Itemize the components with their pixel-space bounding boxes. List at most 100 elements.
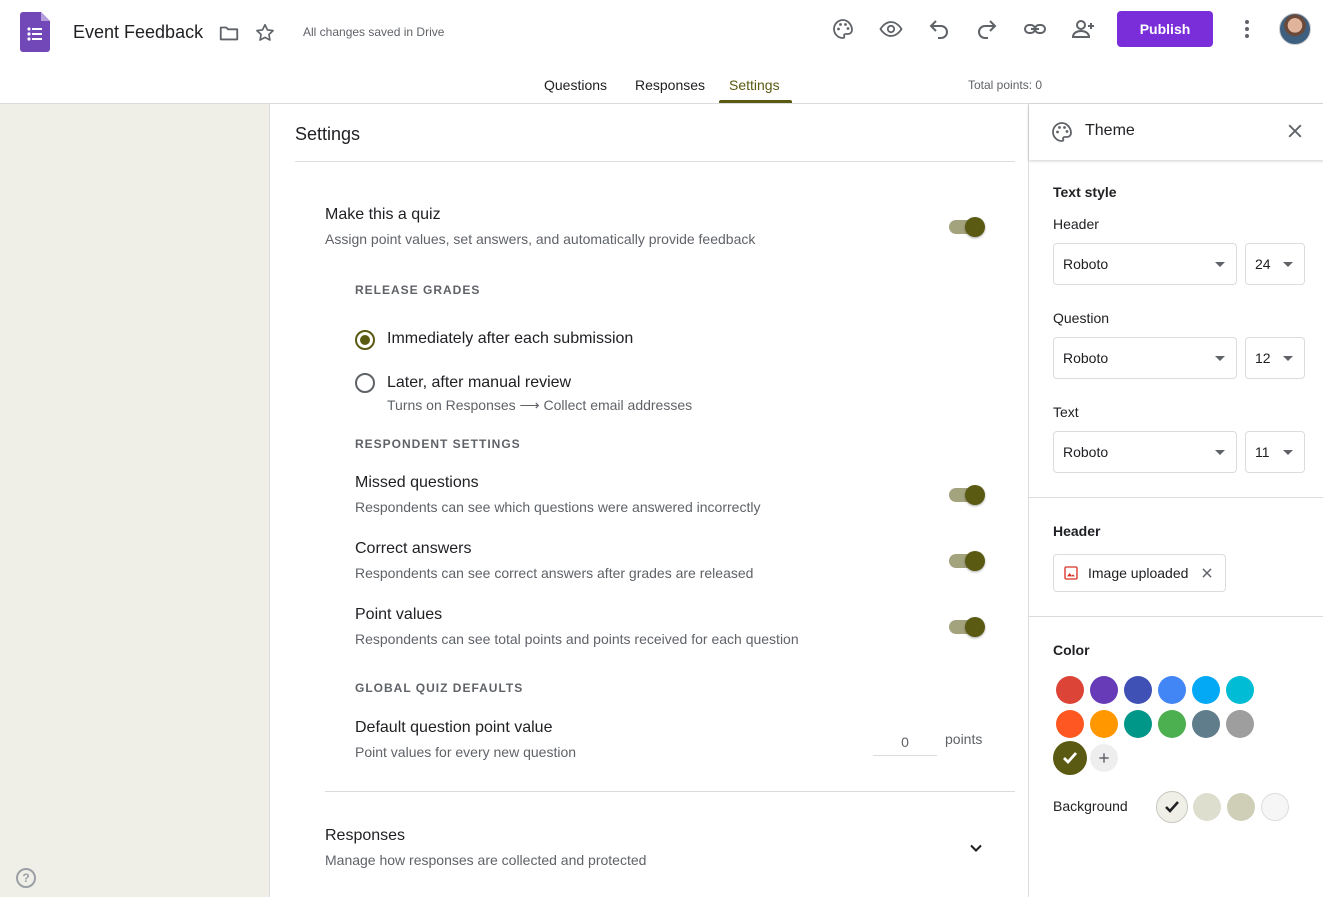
- color-swatch[interactable]: [1226, 676, 1254, 704]
- text-font-value: Roboto: [1063, 444, 1109, 460]
- dropdown-caret-icon: [1215, 450, 1225, 455]
- quiz-toggle-subtitle: Assign point values, set answers, and au…: [325, 231, 756, 247]
- header-size-value: 24: [1255, 256, 1271, 272]
- close-icon[interactable]: [1279, 115, 1311, 147]
- preview-eye-icon[interactable]: [875, 13, 907, 45]
- tab-questions[interactable]: Questions: [544, 77, 607, 93]
- background-label: Background: [1053, 798, 1128, 814]
- color-swatch[interactable]: [1090, 676, 1118, 704]
- color-swatch[interactable]: [1226, 710, 1254, 738]
- radio-later[interactable]: [355, 373, 375, 393]
- responses-section-subtitle: Manage how responses are collected and p…: [325, 852, 647, 868]
- publish-button[interactable]: Publish: [1117, 11, 1213, 47]
- theme-panel: Theme Text style Header Roboto 24 Questi…: [1028, 104, 1323, 897]
- settings-title: Settings: [295, 124, 361, 144]
- correct-answers-toggle[interactable]: [947, 549, 987, 573]
- missed-questions-toggle[interactable]: [947, 483, 987, 507]
- question-font-select[interactable]: Roboto: [1053, 337, 1237, 379]
- add-color-icon[interactable]: [1090, 744, 1118, 772]
- redo-icon[interactable]: [971, 13, 1003, 45]
- release-grades-label: RELEASE GRADES: [355, 283, 481, 297]
- quiz-toggle-title: Make this a quiz: [325, 206, 441, 223]
- header-image-label: Header: [1053, 523, 1101, 539]
- remove-image-icon[interactable]: [1200, 566, 1214, 580]
- point-values-title: Point values: [355, 606, 443, 623]
- dropdown-caret-icon: [1283, 262, 1293, 267]
- header-style-label: Header: [1053, 216, 1099, 232]
- palette-icon[interactable]: [827, 13, 859, 45]
- divider: [325, 791, 1015, 792]
- background-swatch[interactable]: [1261, 793, 1289, 821]
- forms-logo-icon[interactable]: [20, 12, 50, 52]
- help-icon[interactable]: ?: [16, 868, 36, 888]
- folder-icon[interactable]: [213, 17, 245, 49]
- image-icon: [1063, 565, 1079, 581]
- dropdown-caret-icon: [1215, 356, 1225, 361]
- text-size-select[interactable]: 11: [1245, 431, 1305, 473]
- header-image-chip[interactable]: Image uploaded: [1053, 554, 1226, 592]
- color-swatch[interactable]: [1056, 676, 1084, 704]
- top-bar: Event Feedback All changes saved in Driv…: [0, 0, 1323, 104]
- missed-questions-subtitle: Respondents can see which questions were…: [355, 499, 761, 515]
- color-swatch[interactable]: [1158, 710, 1186, 738]
- respondent-settings-label: RESPONDENT SETTINGS: [355, 437, 521, 451]
- default-point-value-title: Default question point value: [355, 719, 553, 736]
- add-collaborator-icon[interactable]: [1067, 13, 1099, 45]
- color-label: Color: [1053, 642, 1090, 658]
- dropdown-caret-icon: [1215, 262, 1225, 267]
- color-swatch[interactable]: [1090, 710, 1118, 738]
- correct-answers-subtitle: Respondents can see correct answers afte…: [355, 565, 754, 581]
- color-swatch[interactable]: [1124, 710, 1152, 738]
- question-size-select[interactable]: 12: [1245, 337, 1305, 379]
- divider: [295, 161, 1015, 162]
- radio-later-label: Later, after manual review: [387, 374, 572, 391]
- divider: [1029, 616, 1323, 617]
- color-swatch[interactable]: [1158, 676, 1186, 704]
- save-status: All changes saved in Drive: [303, 25, 445, 39]
- radio-immediately-label: Immediately after each submission: [387, 330, 634, 347]
- settings-panel: Settings Make this a quiz Assign point v…: [271, 104, 1028, 897]
- color-swatch[interactable]: [1192, 710, 1220, 738]
- color-swatch[interactable]: [1124, 676, 1152, 704]
- missed-questions-title: Missed questions: [355, 474, 479, 491]
- undo-icon[interactable]: [923, 13, 955, 45]
- background-swatch[interactable]: [1227, 793, 1255, 821]
- text-font-select[interactable]: Roboto: [1053, 431, 1237, 473]
- point-values-subtitle: Respondents can see total points and poi…: [355, 631, 799, 647]
- check-icon: [1165, 801, 1179, 813]
- points-unit: points: [945, 731, 983, 747]
- tab-responses[interactable]: Responses: [635, 77, 705, 93]
- question-style-label: Question: [1053, 310, 1110, 326]
- color-swatch[interactable]: [1053, 741, 1087, 775]
- active-tab-indicator: [719, 100, 792, 103]
- dropdown-caret-icon: [1283, 450, 1293, 455]
- radio-immediately[interactable]: [355, 330, 375, 350]
- avatar[interactable]: [1279, 13, 1311, 45]
- star-icon[interactable]: [249, 17, 281, 49]
- color-swatch[interactable]: [1056, 710, 1084, 738]
- question-font-value: Roboto: [1063, 350, 1109, 366]
- theme-title: Theme: [1085, 122, 1135, 139]
- form-title[interactable]: Event Feedback: [73, 22, 203, 43]
- header-size-select[interactable]: 24: [1245, 243, 1305, 285]
- point-values-toggle[interactable]: [947, 615, 987, 639]
- left-background-pane: [0, 104, 270, 897]
- quiz-toggle[interactable]: [947, 215, 987, 239]
- color-swatch[interactable]: [1192, 676, 1220, 704]
- global-defaults-label: GLOBAL QUIZ DEFAULTS: [355, 681, 524, 695]
- chevron-down-icon[interactable]: [960, 832, 992, 864]
- total-points: Total points: 0: [968, 78, 1043, 92]
- responses-section-title[interactable]: Responses: [325, 827, 405, 845]
- default-point-value-subtitle: Point values for every new question: [355, 744, 577, 760]
- header-font-value: Roboto: [1063, 256, 1109, 272]
- text-style-item-label: Text: [1053, 404, 1079, 420]
- tab-settings[interactable]: Settings: [729, 77, 780, 93]
- palette-icon: [1046, 116, 1078, 148]
- check-icon: [1063, 752, 1078, 765]
- background-swatch[interactable]: [1193, 793, 1221, 821]
- more-vert-icon[interactable]: [1231, 13, 1263, 45]
- default-points-input[interactable]: 0: [873, 730, 937, 756]
- header-font-select[interactable]: Roboto: [1053, 243, 1237, 285]
- link-icon[interactable]: [1019, 13, 1051, 45]
- background-swatch[interactable]: [1156, 791, 1188, 823]
